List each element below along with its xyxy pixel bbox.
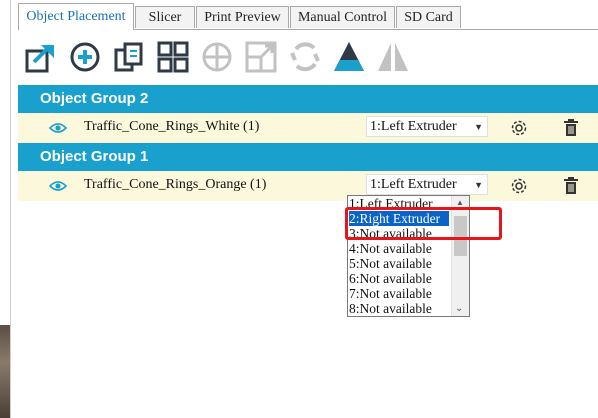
chevron-down-icon: ▼ [474,180,483,190]
extruder-select[interactable]: 1:Left Extruder ▼ [366,174,488,195]
scroll-down-icon[interactable]: ⌄ [455,303,463,314]
export-icon[interactable] [22,38,60,76]
add-icon[interactable] [66,38,104,76]
object-placement-panel: Object Group 2 Traffic_Cone_Rings_White … [18,30,598,418]
object-row[interactable]: Traffic_Cone_Rings_White (1) 1:Left Extr… [18,113,598,143]
gear-icon[interactable] [510,177,528,200]
tab-sd-card[interactable]: SD Card [396,6,461,28]
toolbar [18,38,598,78]
chevron-down-icon: ▼ [474,122,483,132]
dropdown-option[interactable]: 8:Not available [349,301,432,316]
object-row[interactable]: Traffic_Cone_Rings_Orange (1) 1:Left Ext… [18,171,598,201]
extruder-select-value: 1:Left Extruder [370,119,457,134]
dropdown-option[interactable]: 4:Not available [349,241,432,256]
scale-icon[interactable] [242,38,280,76]
rotate-icon[interactable] [286,38,324,76]
viewport-edge [0,0,11,418]
mirror-icon[interactable] [374,38,412,76]
group-header-2[interactable]: Object Group 2 [18,85,598,113]
center-icon[interactable] [198,38,236,76]
tab-bar: Object Placement Slicer Print Preview Ma… [18,0,598,30]
dropdown-option[interactable]: 6:Not available [349,271,432,286]
tab-manual-control[interactable]: Manual Control [290,6,395,28]
tab-print-preview[interactable]: Print Preview [196,6,289,28]
tab-slicer[interactable]: Slicer [135,6,195,28]
trash-icon[interactable] [563,119,579,142]
group-header-1[interactable]: Object Group 1 [18,143,598,171]
extruder-select-value: 1:Left Extruder [370,177,457,192]
object-name: Traffic_Cone_Rings_White (1) [84,119,260,134]
highlight-box [345,207,502,240]
tab-object-placement[interactable]: Object Placement [18,3,134,30]
grid-arrange-icon[interactable] [154,38,192,76]
gear-icon[interactable] [510,119,528,142]
eye-icon[interactable] [48,179,68,197]
dropdown-option[interactable]: 5:Not available [349,256,432,271]
scroll-up-icon[interactable]: ▲ [456,198,464,207]
eye-icon[interactable] [48,121,68,139]
flatten-icon[interactable] [330,38,368,76]
trash-icon[interactable] [563,177,579,200]
dropdown-option[interactable]: 7:Not available [349,286,432,301]
viewport-preview [0,325,10,418]
extruder-select[interactable]: 1:Left Extruder ▼ [366,116,488,137]
object-name: Traffic_Cone_Rings_Orange (1) [84,177,267,192]
copy-icon[interactable] [110,38,148,76]
